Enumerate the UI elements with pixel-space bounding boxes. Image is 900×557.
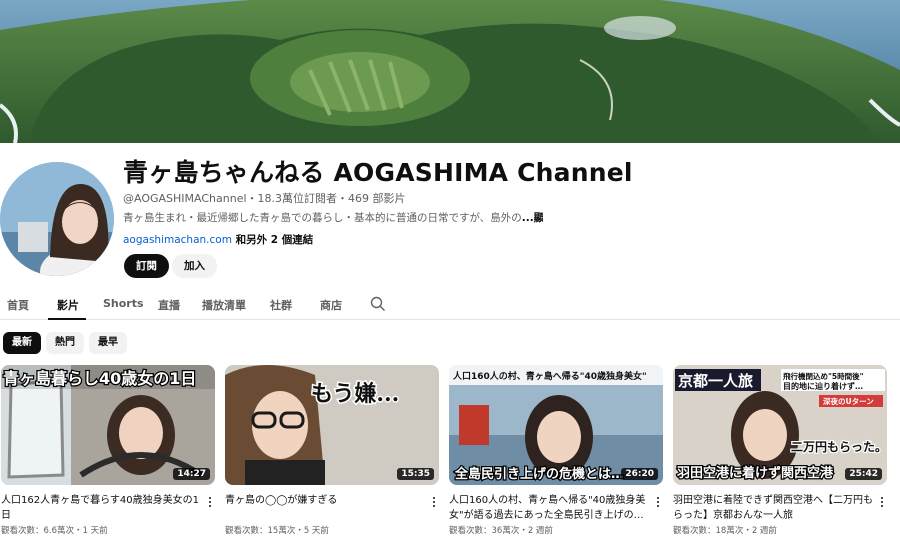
video-meta: 觀看次數：6.6萬次・1 天前 bbox=[1, 526, 108, 536]
video-duration: 14:27 bbox=[173, 468, 210, 480]
chip-oldest[interactable]: 最早 bbox=[89, 332, 127, 354]
video-thumbnail[interactable]: 青ヶ島暮らし40歳女の1日 14:27 bbox=[1, 365, 215, 485]
website-link[interactable]: aogashimachan.com bbox=[123, 234, 232, 246]
channel-banner bbox=[0, 0, 900, 143]
tab-store[interactable]: 商店 bbox=[320, 297, 342, 313]
video-meta: 觀看次數：36萬次・2 週前 bbox=[449, 526, 553, 536]
channel-avatar[interactable] bbox=[0, 162, 114, 276]
tab-live[interactable]: 直播 bbox=[158, 297, 180, 313]
video-meta: 觀看次數：15萬次・5 天前 bbox=[225, 526, 329, 536]
thumbnail-caption: もう嫌... bbox=[311, 381, 399, 407]
video-title[interactable]: 羽田空港に着陸できず関西空港へ【二万円もらった】京都おんな一人旅 bbox=[673, 493, 873, 523]
tab-videos[interactable]: 影片 bbox=[57, 297, 79, 313]
thumbnail-caption-right3: 深夜のUターン bbox=[823, 396, 874, 406]
thumbnail-caption-bottom: 羽田空港に着けず関西空港 bbox=[677, 465, 834, 481]
thumbnail-caption-mid: 二万円もらった。 bbox=[791, 440, 887, 454]
video-thumbnail[interactable]: 人口160人の村、青ヶ島へ帰る"40歳独身美女" 全島民引き上げの危機とは… 2… bbox=[449, 365, 663, 485]
tab-playlists[interactable]: 播放清單 bbox=[202, 297, 246, 313]
channel-title: 青ヶ島ちゃんねる AOGASHIMA Channel bbox=[123, 158, 633, 187]
thumbnail-caption-right1: 飛行機閉込め"5時間後" bbox=[782, 371, 864, 381]
video-title[interactable]: 青ヶ島の◯◯が嫌すぎる bbox=[225, 493, 425, 523]
video-card[interactable]: 人口160人の村、青ヶ島へ帰る"40歳独身美女" 全島民引き上げの危機とは… 2… bbox=[449, 365, 663, 536]
video-duration: 25:42 bbox=[845, 468, 882, 480]
thumbnail-caption-left: 京都一人旅 bbox=[678, 372, 753, 390]
thumbnail-caption: 青ヶ島暮らし40歳女の1日 bbox=[3, 369, 196, 388]
video-card[interactable]: もう嫌... 15:35 青ヶ島の◯◯が嫌すぎる 觀看次數：15萬次・5 天前 bbox=[225, 365, 439, 536]
more-options-icon[interactable] bbox=[429, 495, 439, 509]
video-duration: 15:35 bbox=[397, 468, 434, 480]
video-duration: 26:20 bbox=[621, 468, 658, 480]
channel-links: aogashimachan.com 和另外 2 個連結 bbox=[123, 232, 313, 247]
more-options-icon[interactable] bbox=[205, 495, 215, 509]
description-text: 青ヶ島生まれ・最近帰郷した青ヶ島での暮らし・基本的に普通の日常ですが、島外の bbox=[123, 212, 522, 224]
channel-meta: @AOGASHIMAChannel・18.3萬位訂閱者・469 部影片 bbox=[123, 192, 406, 205]
channel-tabs: 首頁 影片 Shorts 直播 播放清單 社群 商店 bbox=[0, 290, 900, 320]
video-title[interactable]: 人口162人青ヶ島で暮らす40歳独身美女の1日 bbox=[1, 493, 201, 523]
thumbnail-caption-bottom: 全島民引き上げの危機とは… bbox=[454, 466, 624, 482]
video-card[interactable]: 青ヶ島暮らし40歳女の1日 14:27 人口162人青ヶ島で暮らす40歳独身美女… bbox=[1, 365, 215, 536]
subscribe-button[interactable]: 訂閱 bbox=[124, 254, 169, 278]
join-button[interactable]: 加入 bbox=[172, 254, 217, 278]
tab-home[interactable]: 首頁 bbox=[7, 297, 29, 313]
video-title[interactable]: 人口160人の村、青ヶ島へ帰る"40歳独身美女"が語る過去にあった全島民引き上げ… bbox=[449, 493, 649, 523]
more-options-icon[interactable] bbox=[653, 495, 663, 509]
channel-description[interactable]: 青ヶ島生まれ・最近帰郷した青ヶ島での暮らし・基本的に普通の日常ですが、島外の..… bbox=[123, 210, 543, 225]
thumbnail-caption-top: 人口160人の村、青ヶ島へ帰る"40歳独身美女" bbox=[452, 370, 647, 382]
show-more-link[interactable]: ...顯示更多 bbox=[522, 212, 543, 224]
video-thumbnail[interactable]: 京都一人旅 飛行機閉込め"5時間後" 目的地に辿り着けず… 深夜のUターン 二万… bbox=[673, 365, 887, 485]
video-meta: 觀看次數：18萬次・2 週前 bbox=[673, 526, 777, 536]
video-card[interactable]: 京都一人旅 飛行機閉込め"5時間後" 目的地に辿り着けず… 深夜のUターン 二万… bbox=[673, 365, 887, 536]
tab-shorts[interactable]: Shorts bbox=[103, 297, 144, 310]
search-icon[interactable] bbox=[370, 296, 386, 312]
extra-links[interactable]: 和另外 2 個連結 bbox=[232, 234, 314, 246]
thumbnail-caption-right2: 目的地に辿り着けず… bbox=[783, 381, 863, 391]
video-thumbnail[interactable]: もう嫌... 15:35 bbox=[225, 365, 439, 485]
chip-popular[interactable]: 熱門 bbox=[46, 332, 84, 354]
active-tab-indicator bbox=[48, 318, 86, 320]
chip-latest[interactable]: 最新 bbox=[3, 332, 41, 354]
more-options-icon[interactable] bbox=[877, 495, 887, 509]
tab-community[interactable]: 社群 bbox=[270, 297, 292, 313]
